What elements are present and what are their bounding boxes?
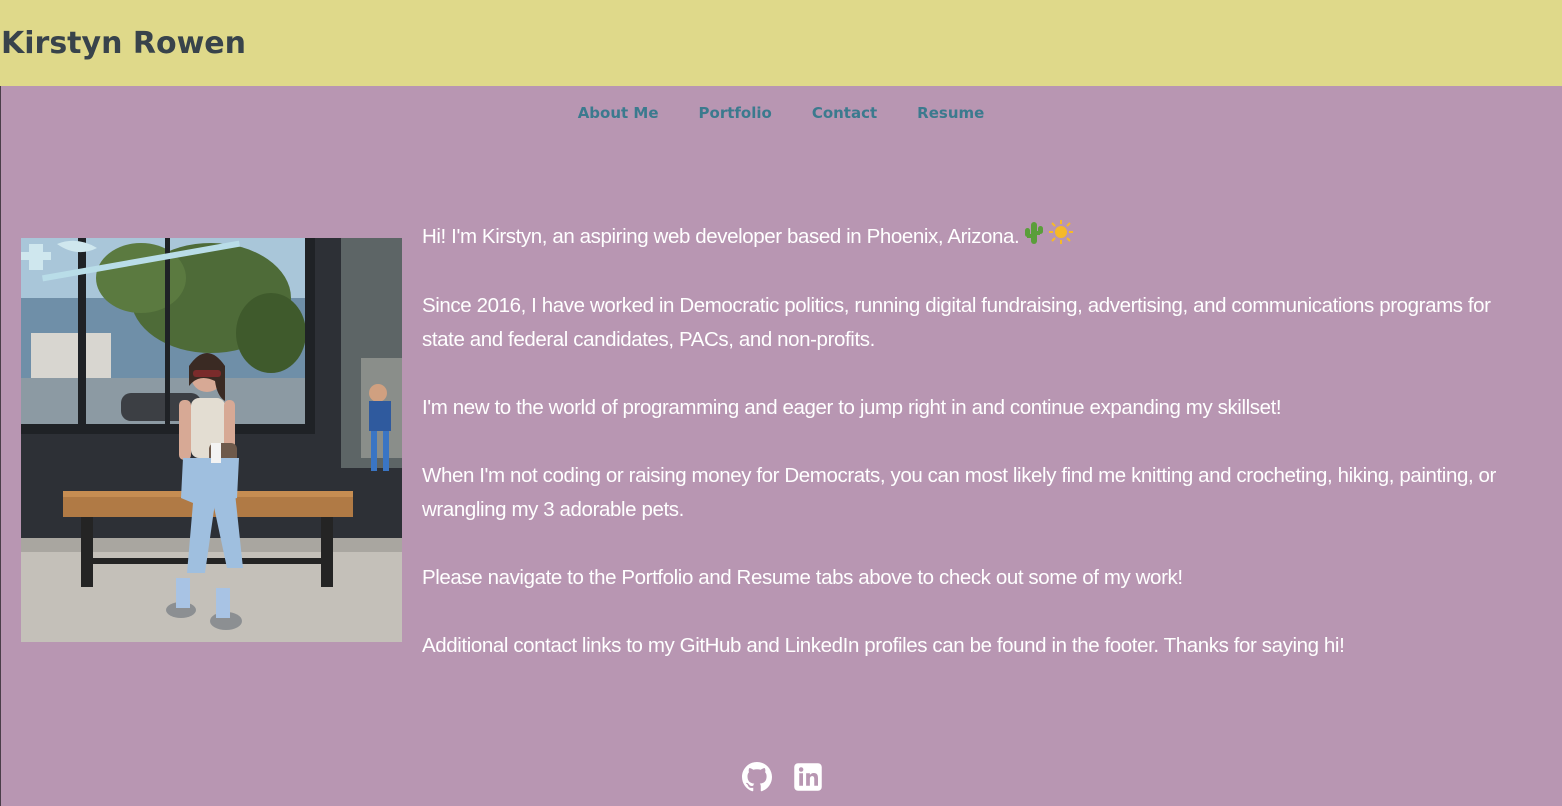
site-title: Kirstyn Rowen xyxy=(1,26,247,61)
cactus-icon xyxy=(1023,220,1045,255)
main-nav: About Me Portfolio Contact Resume xyxy=(0,102,1562,126)
sun-icon xyxy=(1049,220,1074,255)
nav-portfolio[interactable]: Portfolio xyxy=(699,102,772,126)
bio-paragraph: Since 2016, I have worked in Democratic … xyxy=(422,294,1491,352)
nav-contact[interactable]: Contact xyxy=(812,102,877,126)
site-header: Kirstyn Rowen xyxy=(0,0,1562,86)
bio-paragraph: Please navigate to the Portfolio and Res… xyxy=(422,566,1183,590)
bio-section: Hi! I'm Kirstyn, an aspiring web develop… xyxy=(422,220,1502,697)
github-icon[interactable] xyxy=(742,762,772,792)
bio-paragraph: I'm new to the world of programming and … xyxy=(422,396,1282,420)
nav-about-me[interactable]: About Me xyxy=(578,102,659,126)
footer-social-links xyxy=(742,762,823,792)
bio-intro-text: Hi! I'm Kirstyn, an aspiring web develop… xyxy=(422,225,1020,248)
bio-paragraph: Hi! I'm Kirstyn, an aspiring web develop… xyxy=(422,220,1502,255)
nav-resume[interactable]: Resume xyxy=(917,102,984,126)
bio-paragraph: When I'm not coding or raising money for… xyxy=(422,464,1496,522)
linkedin-icon[interactable] xyxy=(793,762,823,792)
profile-photo xyxy=(21,238,402,642)
bio-paragraph: Additional contact links to my GitHub an… xyxy=(422,634,1345,658)
page-left-border xyxy=(0,86,1,806)
